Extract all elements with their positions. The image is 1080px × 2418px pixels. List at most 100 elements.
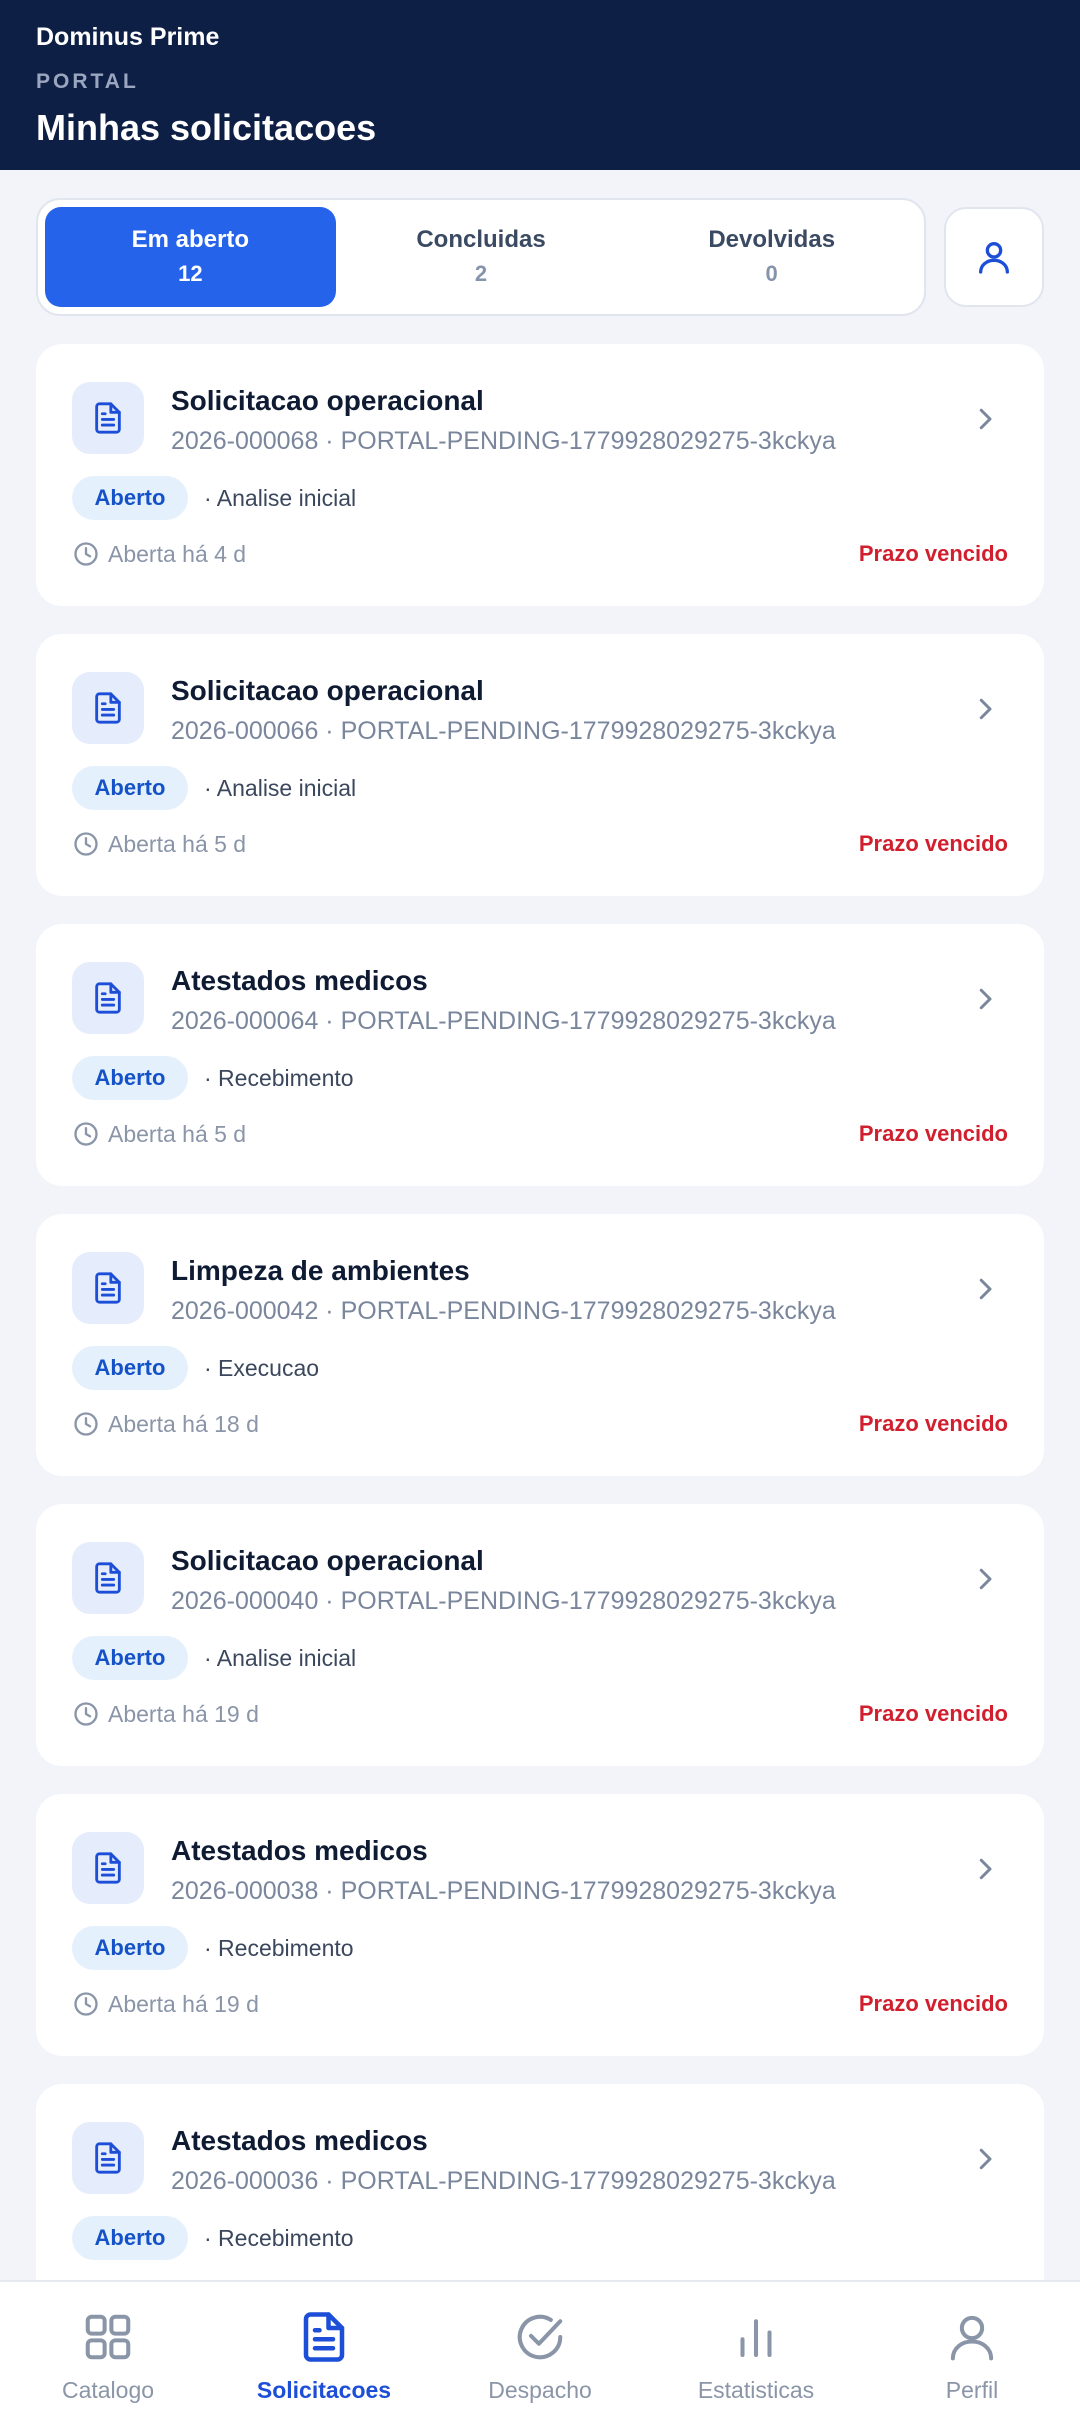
page-title: Minhas solicitacoes: [36, 107, 377, 148]
clock-icon: [74, 1992, 98, 2016]
document-icon-box: [72, 1542, 144, 1614]
request-card[interactable]: Limpeza de ambientes 2026-000042 · PORTA…: [36, 1214, 1044, 1476]
chevron-right-icon: [979, 1278, 992, 1300]
document-icon: [95, 1852, 121, 1884]
document-icon: [95, 982, 121, 1014]
status-badge: Aberto: [72, 1926, 188, 1970]
status-badge: Aberto: [72, 2216, 188, 2260]
tab-concluidas[interactable]: Concluidas 2: [336, 207, 627, 307]
age-label: Aberta há 5 d: [108, 1121, 247, 1147]
chevron-right-icon: [979, 408, 992, 430]
chevron-right-icon: [979, 698, 992, 720]
request-id: 2026-000036 · PORTAL-PENDING-17799280292…: [171, 2167, 836, 2195]
clock-icon: [74, 1702, 98, 1726]
tab-em-aberto[interactable]: Em aberto 12: [45, 207, 336, 307]
document-icon-box: [72, 1832, 144, 1904]
tab-count: 12: [178, 261, 203, 286]
request-card[interactable]: Solicitacao operacional 2026-000066 · PO…: [36, 634, 1044, 896]
bar-chart-icon: [740, 2319, 772, 2358]
deadline-status: Prazo vencido: [858, 1411, 1008, 1436]
document-icon-box: [72, 2122, 144, 2194]
nav-perfil[interactable]: Perfil: [864, 2282, 1080, 2418]
request-card[interactable]: Solicitacao operacional 2026-000040 · PO…: [36, 1504, 1044, 1766]
stage-label: · Recebimento: [204, 1065, 354, 1091]
person-icon: [950, 2315, 994, 2361]
nav-label: Catalogo: [61, 2377, 155, 2403]
request-title: Solicitacao operacional: [171, 385, 484, 416]
document-icon: [95, 402, 121, 434]
request-id: 2026-000064 · PORTAL-PENDING-17799280292…: [171, 1007, 836, 1035]
request-card[interactable]: Atestados medicos 2026-000038 · PORTAL-P…: [36, 1794, 1044, 2056]
clock-icon: [74, 1122, 98, 1146]
chevron-right-icon: [979, 2148, 992, 2170]
status-badge: Aberto: [72, 1346, 188, 1390]
age-label: Aberta há 18 d: [108, 1411, 259, 1437]
brand-name: Dominus Prime: [36, 23, 220, 51]
status-badge: Aberto: [72, 766, 188, 810]
nav-estatisticas[interactable]: Estatisticas: [648, 2282, 864, 2418]
app-header: Dominus Prime PORTAL Minhas solicitacoes: [0, 0, 1080, 170]
request-id: 2026-000042 · PORTAL-PENDING-17799280292…: [171, 1297, 836, 1325]
stage-label: · Analise inicial: [204, 485, 357, 511]
age-label: Aberta há 19 d: [108, 1991, 259, 2017]
deadline-status: Prazo vencido: [858, 541, 1008, 566]
document-icon-box: [72, 1252, 144, 1324]
section-label: PORTAL: [36, 70, 139, 93]
chevron-right-icon: [979, 1568, 992, 1590]
request-id: 2026-000038 · PORTAL-PENDING-17799280292…: [171, 1877, 836, 1905]
request-list: Solicitacao operacional 2026-000068 · PO…: [36, 344, 1044, 2374]
tabs-row: Em aberto 12 Concluidas 2 Devolvidas 0: [36, 198, 1044, 316]
grid-icon: [85, 2314, 131, 2360]
request-title: Atestados medicos: [171, 965, 428, 996]
document-icon: [95, 1562, 121, 1594]
request-title: Limpeza de ambientes: [171, 1255, 470, 1286]
stage-label: · Recebimento: [204, 2225, 354, 2251]
age-label: Aberta há 19 d: [108, 1701, 259, 1727]
status-badge: Aberto: [72, 476, 188, 520]
stage-label: · Execucao: [204, 1355, 320, 1381]
stage-label: · Analise inicial: [204, 775, 357, 801]
chevron-right-icon: [979, 988, 992, 1010]
deadline-status: Prazo vencido: [858, 831, 1008, 856]
request-title: Atestados medicos: [171, 1835, 428, 1866]
tab-count: 0: [765, 261, 778, 286]
clock-icon: [74, 542, 98, 566]
nav-label: Despacho: [488, 2377, 592, 2403]
clock-icon: [74, 832, 98, 856]
document-icon: [95, 1272, 121, 1304]
deadline-status: Prazo vencido: [858, 1991, 1008, 2016]
document-icon-box: [72, 672, 144, 744]
tab-label: Devolvidas: [708, 226, 836, 253]
check-circle-icon: [517, 2314, 563, 2360]
status-badge: Aberto: [72, 1636, 188, 1680]
document-icon-box: [72, 962, 144, 1034]
request-title: Solicitacao operacional: [171, 1545, 484, 1576]
chevron-right-icon: [979, 1858, 992, 1880]
nav-despacho[interactable]: Despacho: [432, 2282, 648, 2418]
user-icon: [979, 242, 1009, 274]
status-badge: Aberto: [72, 1056, 188, 1100]
request-card[interactable]: Solicitacao operacional 2026-000068 · PO…: [36, 344, 1044, 606]
profile-button[interactable]: [944, 207, 1044, 307]
nav-catalogo[interactable]: Catalogo: [0, 2282, 216, 2418]
request-title: Atestados medicos: [171, 2125, 428, 2156]
tab-label: Em aberto: [131, 226, 250, 253]
document-icon: [95, 692, 121, 724]
deadline-status: Prazo vencido: [858, 1121, 1008, 1146]
tab-label: Concluidas: [416, 226, 546, 253]
status-tabs: Em aberto 12 Concluidas 2 Devolvidas 0: [36, 198, 926, 316]
tab-devolvidas[interactable]: Devolvidas 0: [626, 207, 917, 307]
nav-label: Estatisticas: [697, 2377, 815, 2403]
request-id: 2026-000068 · PORTAL-PENDING-17799280292…: [171, 427, 836, 455]
age-label: Aberta há 4 d: [108, 541, 247, 567]
document-icon: [303, 2312, 345, 2362]
document-icon-box: [72, 382, 144, 454]
request-id: 2026-000040 · PORTAL-PENDING-17799280292…: [171, 1587, 836, 1615]
bottom-navigation: Catalogo Solicitacoes Despacho Estatisti…: [0, 2280, 1080, 2418]
stage-label: · Analise inicial: [204, 1645, 357, 1671]
request-title: Solicitacao operacional: [171, 675, 484, 706]
clock-icon: [74, 1412, 98, 1436]
nav-solicitacoes[interactable]: Solicitacoes: [216, 2282, 432, 2418]
request-id: 2026-000066 · PORTAL-PENDING-17799280292…: [171, 717, 836, 745]
request-card[interactable]: Atestados medicos 2026-000064 · PORTAL-P…: [36, 924, 1044, 1186]
